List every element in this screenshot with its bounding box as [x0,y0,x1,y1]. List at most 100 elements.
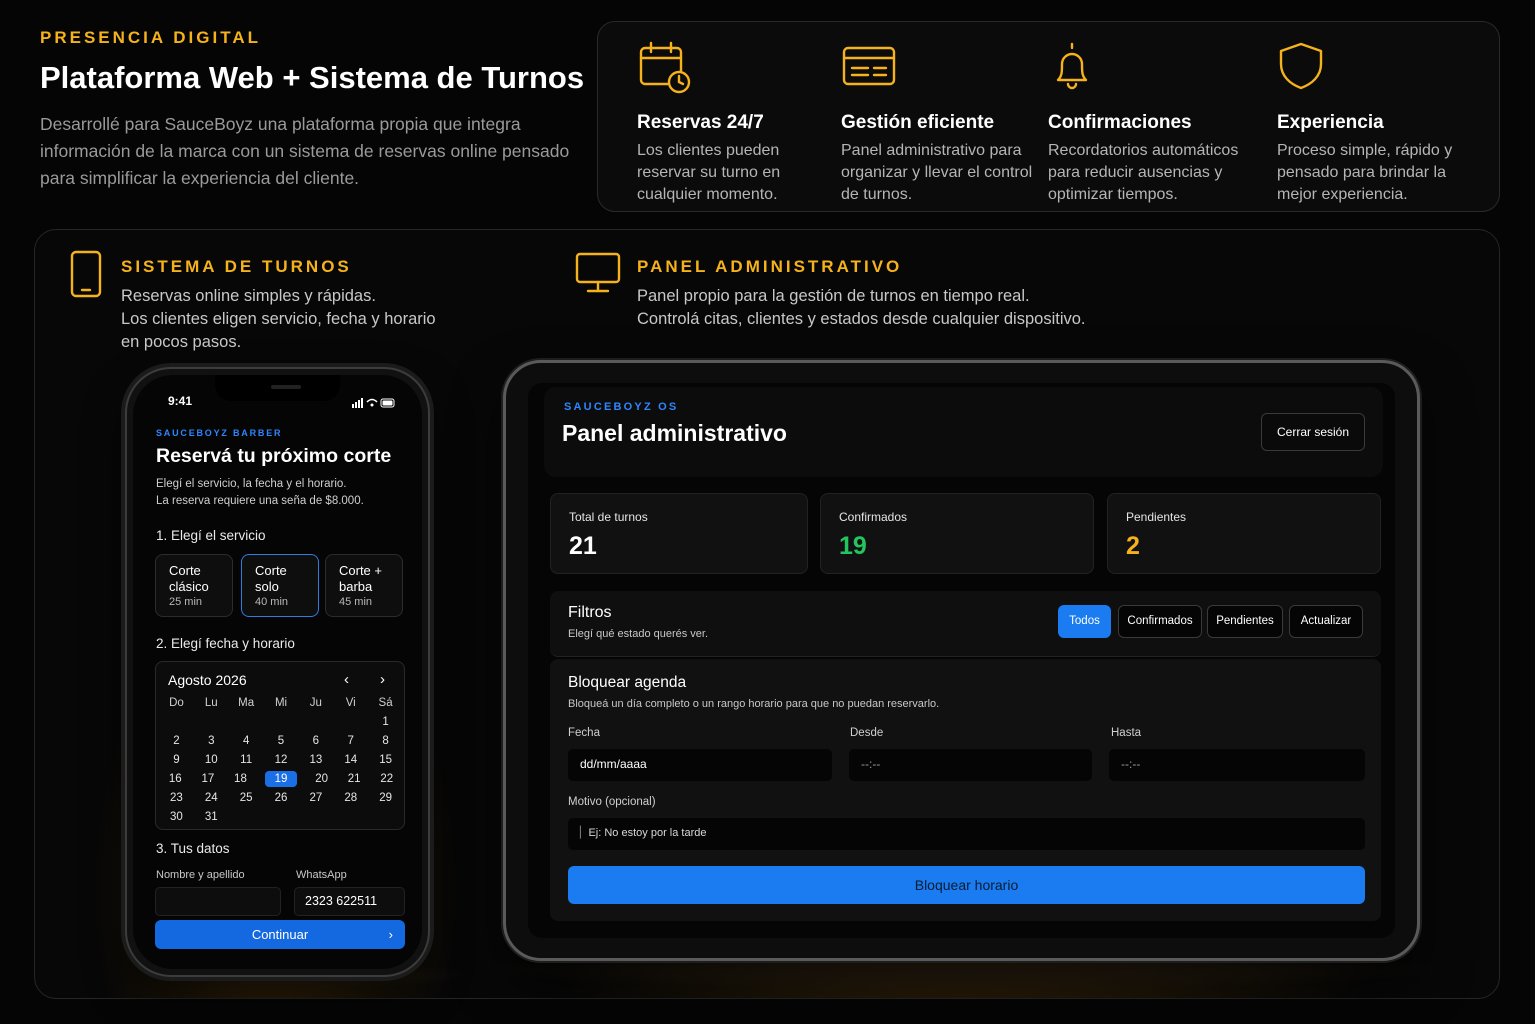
calendar-day[interactable]: 17 [192,771,225,787]
feature-desc: Panel administrativo para organizar y ll… [841,142,1033,203]
calendar-day[interactable]: 6 [298,733,333,749]
filter-todos-button[interactable]: Todos [1058,605,1111,638]
phone-mockup: 9:41 SAUCEBOYZ BARBER Reservá tu próximo… [125,367,430,977]
calendar-day[interactable]: 29 [368,790,403,806]
calendar-week: 23 24 25 26 27 28 29 [159,790,403,806]
refresh-button[interactable]: Actualizar [1289,605,1363,638]
features-panel: Reservas 24/7 Los clientes pueden reserv… [597,21,1500,212]
feature-title: Reservas 24/7 [637,112,764,133]
bell-icon [1048,40,1248,96]
calendar-day[interactable]: 24 [194,790,229,806]
calendar-day[interactable]: 19 [264,771,298,787]
calendar-weekdays: Do Lu Ma Mi Ju Vi Sá [169,697,393,709]
calendar-day[interactable]: 14 [333,752,368,768]
calendar-empty [298,809,333,825]
calendar-week: 1 [159,714,403,730]
calendar-day[interactable]: 5 [264,733,299,749]
calendar-empty [194,714,229,730]
stat-confirmados: Confirmados 19 [820,493,1094,574]
eyebrow: PRESENCIA DIGITAL [40,28,262,47]
tablet-mockup: SAUCEBOYZ OS Panel administrativo Cerrar… [503,360,1420,961]
page-title: Plataforma Web + Sistema de Turnos [40,60,585,95]
feature-title: Gestión eficiente [841,112,995,133]
filters-subtitle: Elegí qué estado querés ver. [568,628,709,640]
calendar-day[interactable]: 13 [298,752,333,768]
calendar-day[interactable]: 22 [370,771,403,787]
calendar-week: 2345678 [159,733,403,749]
chevron-right-icon: › [388,927,393,942]
calendar-empty [264,809,299,825]
calendar-day[interactable]: 26 [264,790,299,806]
status-icons [352,395,396,413]
section-text-turnos: Reservas online simples y rápidas. Los c… [121,287,436,351]
phone-screen: 9:41 SAUCEBOYZ BARBER Reservá tu próximo… [133,375,422,969]
block-title: Bloquear agenda [568,674,687,691]
calendar-day[interactable]: 1 [368,714,403,730]
calendar-empty [229,714,264,730]
calendar-empty [159,714,194,730]
calendar-day[interactable]: 31 [194,809,229,825]
calendar-day[interactable]: 2 [159,733,194,749]
feature-experiencia: Experiencia Proceso simple, rápido y pen… [1277,40,1477,206]
feature-reservas: Reservas 24/7 Los clientes pueden reserv… [637,40,837,206]
filters-card: Filtros Elegí qué estado querés ver. Tod… [550,591,1381,657]
calendar-day[interactable]: 30 [159,809,194,825]
step-fecha: 2. Elegí fecha y horario [156,636,295,651]
continue-button[interactable]: Continuar › [155,920,405,949]
calendar-day[interactable]: 25 [229,790,264,806]
chevron-right-icon[interactable]: › [380,671,385,688]
calendar-week: 16 17 18 19 20 21 22 [159,771,403,787]
phone-brand: SAUCEBOYZ BARBER [156,428,283,438]
calendar-day[interactable]: 16 [159,771,192,787]
feature-gestion: Gestión eficiente Panel administrativo p… [841,40,1041,206]
admin-header: SAUCEBOYZ OS Panel administrativo Cerrar… [544,387,1383,477]
whatsapp-input[interactable]: 2323 622511 [294,887,405,916]
service-option-clasico[interactable]: Corte clásico 25 min [155,554,233,617]
phone-notch [215,375,340,401]
section-text-panel: Panel propio para la gestión de turnos e… [637,287,1086,328]
calendar-clock-icon [637,40,837,96]
calendar-day[interactable]: 4 [229,733,264,749]
smartphone-icon [70,250,102,303]
monitor-icon [575,252,621,299]
chevron-left-icon[interactable]: ‹ [344,671,349,688]
calendar-day[interactable]: 18 [224,771,257,787]
phone-subtitle: Elegí el servicio, la fecha y el horario… [156,478,364,507]
service-option-barba[interactable]: Corte + barba 45 min [325,554,403,617]
calendar-day[interactable]: 10 [194,752,229,768]
hasta-input[interactable]: --:-- [1109,749,1365,781]
calendar-day[interactable]: 21 [338,771,371,787]
card-icon [841,40,1041,96]
feature-desc: Los clientes pueden reservar su turno en… [637,142,781,203]
filter-pendientes-button[interactable]: Pendientes [1207,605,1283,638]
calendar-week: 30 31 [159,809,403,825]
feature-confirmaciones: Confirmaciones Recordatorios automáticos… [1048,40,1248,206]
calendar-day[interactable]: 28 [333,790,368,806]
shield-icon [1277,40,1477,96]
fecha-input[interactable]: dd/mm/aaaa [568,749,832,781]
section-title-turnos: SISTEMA DE TURNOS [121,257,352,276]
calendar-day[interactable]: 15 [368,752,403,768]
logout-button[interactable]: Cerrar sesión [1261,413,1365,451]
filter-confirmados-button[interactable]: Confirmados [1118,605,1202,638]
calendar-day[interactable]: 12 [264,752,299,768]
calendar-day[interactable]: 7 [333,733,368,749]
calendar-day[interactable]: 8 [368,733,403,749]
calendar-day[interactable]: 23 [159,790,194,806]
calendar-day[interactable]: 20 [305,771,338,787]
name-input[interactable] [155,887,281,916]
calendar-day[interactable]: 11 [229,752,264,768]
calendar-day[interactable]: 3 [194,733,229,749]
block-schedule-button[interactable]: Bloquear horario [568,866,1365,904]
service-option-solo[interactable]: Corte solo 40 min [241,554,319,617]
motivo-input[interactable]: ▏Ej: No estoy por la tarde [568,818,1365,850]
admin-brand: SAUCEBOYZ OS [564,401,679,413]
tablet-screen: SAUCEBOYZ OS Panel administrativo Cerrar… [528,383,1395,938]
calendar-month: Agosto 2026 [168,672,247,688]
desde-input[interactable]: --:-- [849,749,1092,781]
status-time: 9:41 [168,394,193,408]
section-title-panel: PANEL ADMINISTRATIVO [637,257,903,276]
calendar-day[interactable]: 27 [298,790,333,806]
admin-title: Panel administrativo [562,420,787,446]
calendar-day[interactable]: 9 [159,752,194,768]
